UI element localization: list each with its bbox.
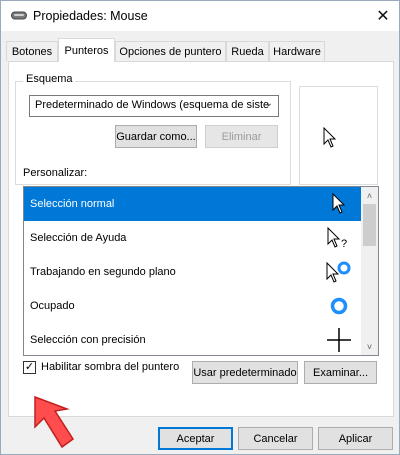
list-item-seleccion-normal[interactable]: Selección normal xyxy=(24,187,362,221)
mouse-icon xyxy=(11,11,27,20)
tab-rueda[interactable]: Rueda xyxy=(226,41,269,61)
cursor-list[interactable]: Selección normal Selección de Ayuda ? Tr… xyxy=(23,186,379,356)
close-button[interactable]: ✕ xyxy=(371,6,395,26)
cursor-preview xyxy=(299,86,378,185)
save-as-button[interactable]: Guardar como... xyxy=(115,125,197,148)
list-item-label: Ocupado xyxy=(30,300,75,312)
list-item-seleccion-con-precision[interactable]: Selección con precisión xyxy=(24,323,362,355)
scroll-up-icon[interactable]: ˄ xyxy=(361,187,378,204)
delete-button[interactable]: Eliminar xyxy=(205,125,278,148)
list-item-label: Trabajando en segundo plano xyxy=(30,266,176,278)
list-item-seleccion-de-ayuda[interactable]: Selección de Ayuda ? xyxy=(24,221,362,255)
list-item-label: Selección de Ayuda xyxy=(30,232,127,244)
busy-cursor-icon xyxy=(324,289,354,323)
list-item-ocupado[interactable]: Ocupado xyxy=(24,289,362,323)
list-item-trabajando-en-segundo-plano[interactable]: Trabajando en segundo plano xyxy=(24,255,362,289)
scheme-combobox-value: Predeterminado de Windows (esquema de si… xyxy=(35,99,270,111)
tab-opciones-de-puntero[interactable]: Opciones de puntero xyxy=(115,41,226,61)
apply-button[interactable]: Aplicar xyxy=(318,427,393,450)
chevron-down-icon: ⌄ xyxy=(264,98,273,109)
scroll-down-icon[interactable]: ˅ xyxy=(361,338,378,355)
arrow-cursor-icon xyxy=(324,187,354,221)
pointer-shadow-checkbox[interactable]: ✓ xyxy=(23,361,36,374)
list-item-label: Selección normal xyxy=(30,198,115,210)
title-bar: Propiedades: Mouse ✕ xyxy=(1,1,399,31)
customize-label: Personalizar: xyxy=(23,167,88,179)
crosshair-cursor-icon xyxy=(324,323,354,355)
tab-punteros[interactable]: Punteros xyxy=(58,38,115,62)
cancel-button[interactable]: Cancelar xyxy=(238,427,313,450)
scroll-thumb[interactable] xyxy=(363,204,376,246)
svg-text:?: ? xyxy=(341,238,347,249)
dialog-body: Botones Punteros Opciones de puntero Rue… xyxy=(1,31,399,454)
accept-button[interactable]: Aceptar xyxy=(158,427,233,450)
tab-hardware[interactable]: Hardware xyxy=(269,41,325,61)
browse-button[interactable]: Examinar... xyxy=(304,361,377,384)
pointer-shadow-label: Habilitar sombra del puntero xyxy=(41,361,180,373)
help-cursor-icon: ? xyxy=(324,221,354,255)
arrow-cursor-icon xyxy=(323,127,337,148)
tab-botones[interactable]: Botones xyxy=(6,41,58,61)
use-default-button[interactable]: Usar predeterminado xyxy=(192,361,298,384)
scheme-group-label: Esquema xyxy=(23,73,76,85)
mouse-properties-window: Propiedades: Mouse ✕ Botones Punteros Op… xyxy=(0,0,400,455)
scheme-combobox[interactable]: Predeterminado de Windows (esquema de si… xyxy=(29,95,279,117)
window-title: Propiedades: Mouse xyxy=(33,9,148,23)
annotation-arrow-icon xyxy=(34,395,75,449)
list-scrollbar[interactable]: ˄ ˅ xyxy=(361,187,378,355)
working-cursor-icon xyxy=(324,255,354,289)
list-item-label: Selección con precisión xyxy=(30,334,146,346)
